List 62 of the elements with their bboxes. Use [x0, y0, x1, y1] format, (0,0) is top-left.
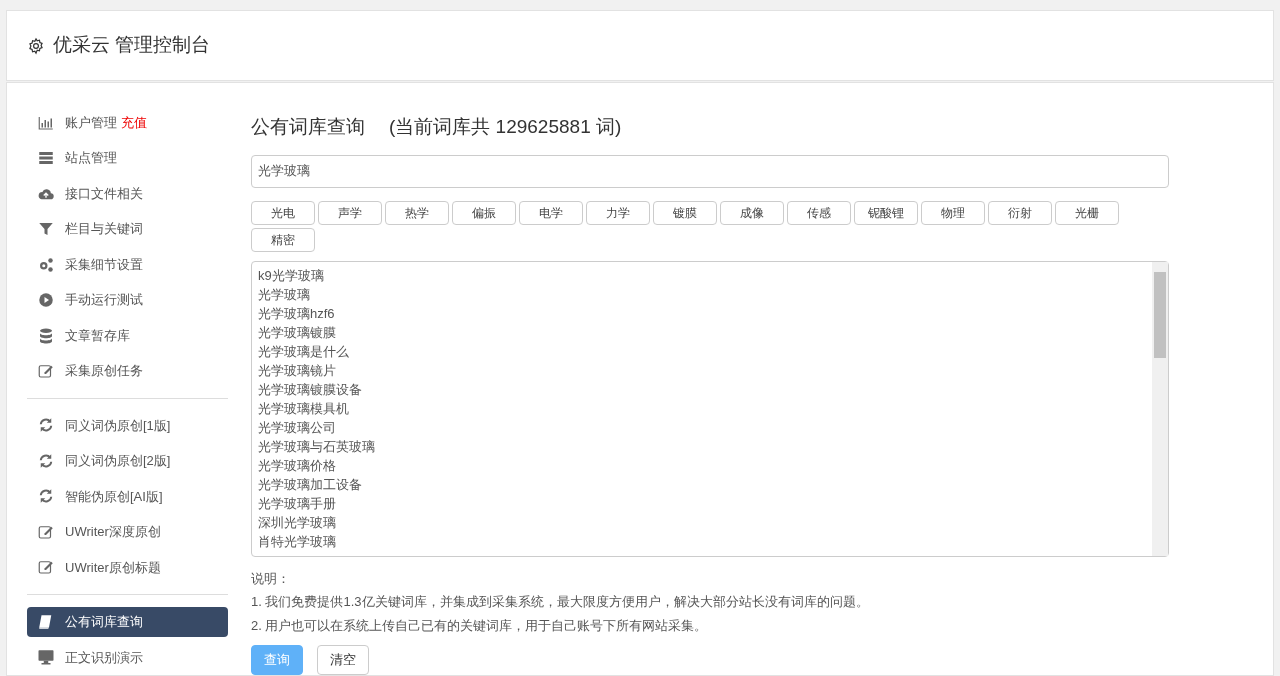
- sidebar-item-label: 账户管理: [65, 114, 117, 132]
- console-title: 优采云 管理控制台: [53, 33, 211, 58]
- result-entry[interactable]: 光学玻璃价格: [258, 456, 1146, 476]
- sidebar-item[interactable]: 正文识别演示: [27, 642, 228, 672]
- word-count-text: (当前词库共 129625881 词): [389, 115, 622, 139]
- tag-button[interactable]: 衍射: [988, 201, 1052, 226]
- sidebar-item[interactable]: 手动运行测试: [27, 285, 228, 315]
- tag-button[interactable]: 铌酸锂: [854, 201, 918, 226]
- tag-button[interactable]: 传感: [787, 201, 851, 226]
- sidebar-item[interactable]: 智能伪原创[AI版]: [27, 481, 228, 512]
- recharge-link[interactable]: 充值: [121, 113, 147, 133]
- sidebar-item[interactable]: 公有词库查询: [27, 607, 228, 637]
- tag-button[interactable]: 力学: [586, 201, 650, 226]
- sidebar-item[interactable]: UWriter深度原创: [27, 517, 228, 547]
- play-icon: [37, 291, 55, 310]
- gears-icon: [37, 255, 55, 274]
- settings-icon: [27, 36, 45, 55]
- tag-button[interactable]: 声学: [318, 201, 382, 226]
- result-entry[interactable]: 肖特光学玻璃: [258, 532, 1146, 552]
- sidebar-item[interactable]: 同义词伪原创[2版]: [27, 446, 228, 476]
- tag-button[interactable]: 成像: [720, 201, 784, 226]
- tag-button[interactable]: 光电: [251, 201, 315, 226]
- note-text: 2. 用户也可以在系统上传自己已有的关键词库，用于自己账号下所有网站采集。: [251, 616, 709, 635]
- tag-button[interactable]: 镀膜: [653, 201, 717, 226]
- result-entry[interactable]: 光学玻璃镀膜设备: [258, 380, 1146, 400]
- sidebar-item[interactable]: 同义词伪原创[1版]: [27, 410, 228, 441]
- note-text: 1. 我们免费提供1.3亿关键词库，并集成到采集系统，最大限度方便用户，解决大部分站长没有词库的问题。: [251, 593, 870, 611]
- database-icon: [37, 326, 55, 345]
- result-entry[interactable]: 光学玻璃是什么: [258, 342, 1146, 362]
- result-entry[interactable]: 深圳光学玻璃: [258, 513, 1146, 533]
- sidebar-item[interactable]: 文章暂存库: [27, 320, 228, 351]
- search-field[interactable]: 光学玻璃: [251, 154, 1169, 189]
- edit-icon: [37, 362, 55, 380]
- sidebar-item[interactable]: 栏目与关键词: [27, 214, 228, 244]
- tag-button[interactable]: 偏振: [452, 201, 516, 226]
- page-title: 公有词库查询: [251, 115, 365, 139]
- tag-button[interactable]: 精密: [251, 228, 315, 253]
- sidebar-item[interactable]: 站点管理: [27, 143, 228, 173]
- result-entry[interactable]: 光学玻璃镜片: [258, 361, 1146, 381]
- results-list[interactable]: k9光学玻璃 光学玻璃 光学玻璃hzf6 光学玻璃镀膜 光学玻璃是什么 光学玻璃镜片 光学玻璃镀膜设备 光学玻璃模具机 光学玻璃公司 光学玻璃与石英玻璃 光学玻璃价格 光学玻璃加工设备 光学玻璃手册 深圳光学玻璃 肖特光学玻璃: [251, 261, 1169, 557]
- result-entry[interactable]: 光学玻璃模具机: [258, 399, 1146, 419]
- clear-button[interactable]: 清空: [317, 645, 369, 675]
- result-entry[interactable]: k9光学玻璃: [258, 266, 1146, 286]
- sidebar-item[interactable]: 采集原创任务: [27, 356, 228, 386]
- sidebar-item[interactable]: 接口文件相关: [27, 178, 228, 209]
- notes-heading: 说明：: [251, 569, 291, 588]
- result-entry[interactable]: 光学玻璃加工设备: [258, 475, 1146, 495]
- scrollbar[interactable]: [1152, 262, 1168, 556]
- sidebar-item[interactable]: 采集细节设置: [27, 249, 228, 280]
- result-entry[interactable]: 光学玻璃: [258, 285, 1146, 305]
- tag-button[interactable]: 物理: [921, 201, 985, 226]
- tag-button[interactable]: 热学: [385, 201, 449, 226]
- edit-icon: [37, 558, 55, 577]
- result-entry[interactable]: 光学玻璃hzf6: [258, 304, 1146, 324]
- monitor-icon: [37, 648, 55, 667]
- tag-button[interactable]: 光栅: [1055, 201, 1119, 226]
- result-entry[interactable]: 光学玻璃公司: [258, 418, 1146, 438]
- result-entry[interactable]: 光学玻璃与石英玻璃: [258, 437, 1146, 457]
- sidebar-item[interactable]: UWriter原创标题: [27, 552, 228, 583]
- tag-button[interactable]: 电学: [519, 201, 583, 226]
- result-entry[interactable]: 光学玻璃手册: [258, 494, 1146, 514]
- result-entry[interactable]: 光学玻璃镀膜: [258, 323, 1146, 343]
